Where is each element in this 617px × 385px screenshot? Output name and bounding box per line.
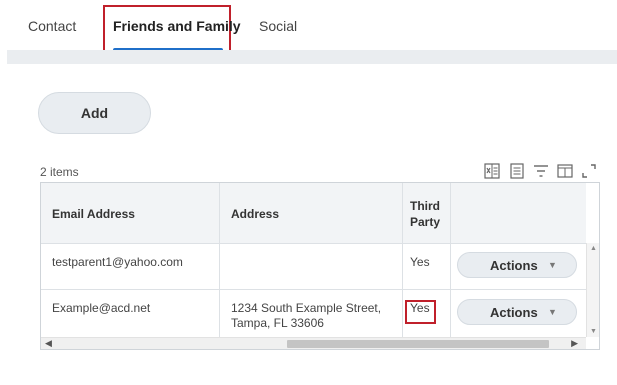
page: Contact Friends and Family Social Add 2 … (0, 0, 617, 385)
columns-icon[interactable] (556, 162, 574, 180)
filter-icon[interactable] (532, 162, 550, 180)
tab-friends-and-family[interactable]: Friends and Family (103, 5, 241, 56)
grid-header-row: Email Address Address Third Party (41, 183, 586, 244)
actions-button-label: Actions (490, 258, 538, 273)
tab-bar: Contact Friends and Family Social (0, 0, 617, 56)
highlight-box (405, 300, 436, 324)
export-excel-icon[interactable] (483, 162, 501, 180)
scrollbar-thumb[interactable] (287, 340, 549, 348)
add-button[interactable]: Add (38, 92, 151, 134)
scroll-up-icon[interactable]: ▲ (590, 245, 597, 252)
actions-button-label: Actions (490, 305, 538, 320)
cell-address: 1234 South Example Street, Tampa, FL 336… (220, 289, 403, 337)
cell-actions: Actions ▼ (451, 289, 586, 337)
tab-social[interactable]: Social (259, 18, 297, 34)
actions-button[interactable]: Actions ▼ (457, 299, 577, 325)
table-row: testparent1@yahoo.com Yes Actions ▼ (41, 243, 586, 290)
scroll-right-icon[interactable]: ▶ (571, 338, 578, 349)
tab-contact[interactable]: Contact (28, 18, 76, 34)
column-header-actions (451, 183, 586, 243)
column-header-address[interactable]: Address (220, 183, 403, 243)
column-header-third-party[interactable]: Third Party (403, 183, 451, 243)
horizontal-scrollbar[interactable]: ◀ ▶ (41, 337, 586, 349)
print-icon[interactable] (508, 162, 526, 180)
section-divider (7, 50, 617, 64)
cell-address (220, 243, 403, 289)
actions-button[interactable]: Actions ▼ (457, 252, 577, 278)
chevron-down-icon: ▼ (548, 307, 557, 317)
cell-email: Example@acd.net (41, 289, 220, 337)
vertical-scrollbar[interactable]: ▲ ▼ (586, 243, 599, 337)
chevron-down-icon: ▼ (548, 260, 557, 270)
column-header-email[interactable]: Email Address (41, 183, 220, 243)
cell-third-party: Yes (403, 243, 451, 289)
cell-email: testparent1@yahoo.com (41, 243, 220, 289)
cell-actions: Actions ▼ (451, 243, 586, 289)
tab-friends-and-family-label: Friends and Family (113, 18, 241, 34)
scroll-down-icon[interactable]: ▼ (590, 328, 597, 335)
item-count: 2 items (40, 165, 79, 179)
friends-family-grid: Email Address Address Third Party testpa… (40, 182, 600, 350)
table-row: Example@acd.net 1234 South Example Stree… (41, 289, 586, 338)
fullscreen-icon[interactable] (580, 162, 598, 180)
scroll-left-icon[interactable]: ◀ (45, 338, 52, 349)
